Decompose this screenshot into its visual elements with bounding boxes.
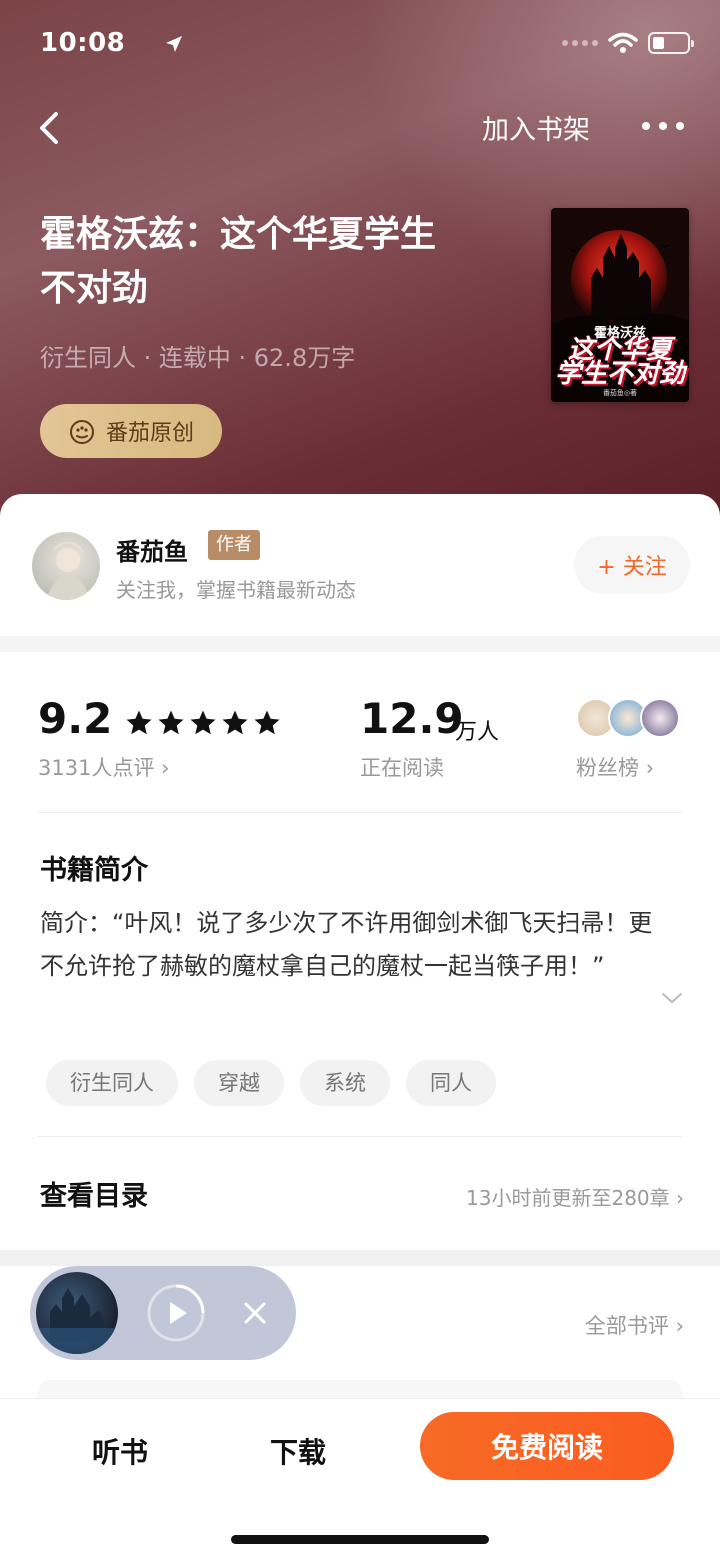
battery-icon xyxy=(648,32,694,54)
star-icon xyxy=(126,710,152,735)
tag-chip[interactable]: 同人 xyxy=(406,1060,496,1106)
chevron-right-icon: › xyxy=(161,756,170,780)
rating-score: 9.2 xyxy=(38,694,113,743)
location-arrow-icon xyxy=(166,36,182,52)
star-icon xyxy=(222,710,248,735)
chevron-right-icon: › xyxy=(676,1186,684,1210)
toc-update-info[interactable]: 13小时前更新至280章 › xyxy=(466,1182,684,1211)
chevron-right-icon: › xyxy=(645,756,655,780)
fan-avatars[interactable] xyxy=(576,698,684,742)
listen-button[interactable]: 听书 xyxy=(92,1431,148,1471)
status-icons xyxy=(562,32,694,54)
stats-row: 9.2 3131人点评 › 12.9 万人 正在阅读 粉丝榜 › xyxy=(0,652,720,812)
top-nav: 加入书架 xyxy=(0,100,720,156)
back-arrow-icon[interactable] xyxy=(34,106,70,150)
tomato-logo-icon xyxy=(69,420,94,444)
more-options-icon[interactable] xyxy=(642,114,684,138)
book-detail-page: 10:08 加入书架 霍格沃兹：这个华夏学生不对劲 衍生同人 · 连载中 · 6… xyxy=(0,0,720,1559)
readers-count: 12.9 xyxy=(360,694,464,743)
fans-leaderboard-link[interactable]: 粉丝榜 › xyxy=(576,752,654,782)
free-read-label: 免费阅读 xyxy=(490,1431,603,1464)
book-cover[interactable]: 霍格沃兹 这个华夏 学生不对劲 番茄鱼◎著 xyxy=(551,208,689,402)
section-divider xyxy=(0,1250,720,1266)
hero-header: 10:08 加入书架 霍格沃兹：这个华夏学生不对劲 衍生同人 · 连载中 · 6… xyxy=(0,0,720,520)
author-tag: 作者 xyxy=(208,530,260,560)
signal-icon xyxy=(562,40,598,46)
author-avatar[interactable] xyxy=(32,532,100,600)
follow-label: + 关注 xyxy=(597,555,667,580)
bottom-action-bar: 听书 下载 免费阅读 xyxy=(0,1398,720,1559)
rating-stars xyxy=(124,708,282,738)
status-bar: 10:08 xyxy=(40,28,694,62)
original-badge[interactable]: 番茄原创 xyxy=(40,404,222,458)
free-read-button[interactable]: 免费阅读 xyxy=(420,1412,674,1480)
cover-big-title: 这个华夏 学生不对劲 xyxy=(554,335,685,389)
tag-chip[interactable]: 衍生同人 xyxy=(46,1060,178,1106)
status-time: 10:08 xyxy=(40,28,126,58)
author-row[interactable]: 番茄鱼 作者 关注我，掌握书籍最新动态 + 关注 xyxy=(0,494,720,636)
cover-author: 番茄鱼◎著 xyxy=(602,389,638,397)
floating-audio-player[interactable] xyxy=(30,1266,296,1360)
wifi-icon xyxy=(608,32,638,53)
author-name: 番茄鱼 xyxy=(116,538,188,566)
chevron-right-icon: › xyxy=(675,1314,684,1338)
follow-button[interactable]: + 关注 xyxy=(574,536,690,594)
readers-label: 正在阅读 xyxy=(360,756,444,780)
readers-unit: 万人 xyxy=(455,720,500,745)
intro-heading: 书籍简介 xyxy=(40,855,148,886)
star-icon xyxy=(158,710,184,735)
badge-label: 番茄原创 xyxy=(105,421,194,446)
all-reviews-link[interactable]: 全部书评 › xyxy=(585,1310,684,1340)
star-icon xyxy=(190,710,216,735)
tag-chip[interactable]: 穿越 xyxy=(194,1060,284,1106)
book-meta: 衍生同人 · 连载中 · 62.8万字 xyxy=(40,344,356,372)
player-cover[interactable] xyxy=(36,1272,118,1354)
intro-text: 简介：“叶风！说了多少次了不许用御剑术御飞天扫帚！更不允许抢了赫敏的魔杖拿自己的… xyxy=(40,909,653,980)
star-icon xyxy=(254,710,280,735)
expand-chevron-icon[interactable] xyxy=(660,990,684,1006)
author-subtitle: 关注我，掌握书籍最新动态 xyxy=(116,578,356,602)
table-of-contents-link[interactable]: 查看目录 xyxy=(40,1174,148,1213)
fan-avatar xyxy=(640,698,680,738)
section-divider xyxy=(0,636,720,652)
download-button[interactable]: 下载 xyxy=(270,1431,326,1471)
book-title: 霍格沃兹：这个华夏学生不对劲 xyxy=(40,214,437,309)
reviews-link[interactable]: 3131人点评 › xyxy=(38,752,170,782)
divider xyxy=(38,1136,682,1137)
tag-list: 衍生同人 穿越 系统 同人 xyxy=(46,1060,496,1106)
close-icon[interactable] xyxy=(240,1298,270,1328)
add-to-shelf-button[interactable]: 加入书架 xyxy=(482,108,590,147)
divider xyxy=(38,812,682,813)
tag-chip[interactable]: 系统 xyxy=(300,1060,390,1106)
play-icon[interactable] xyxy=(146,1283,206,1343)
home-indicator[interactable] xyxy=(231,1535,489,1544)
